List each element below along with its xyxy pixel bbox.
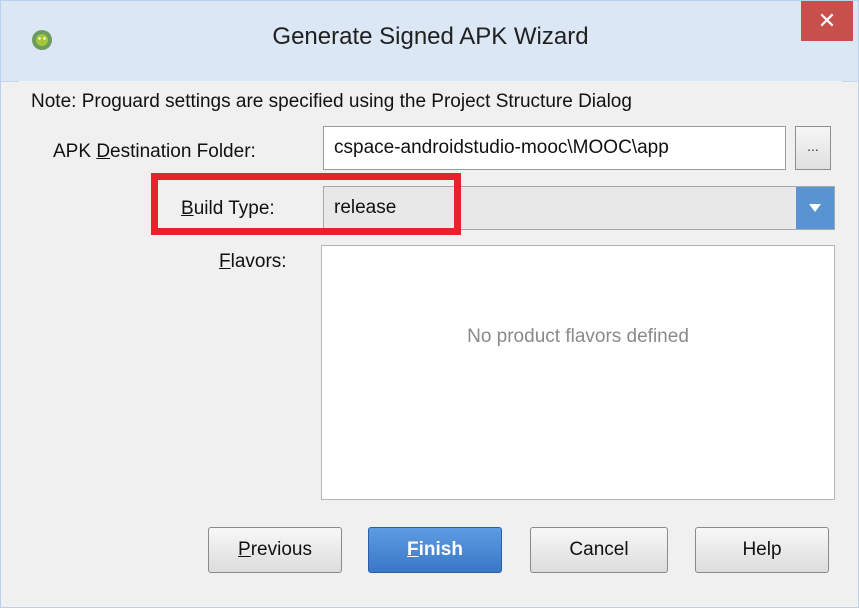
finish-button[interactable]: Finish	[368, 527, 502, 573]
previous-button[interactable]: Previous	[208, 527, 342, 573]
close-button[interactable]: ✕	[801, 1, 853, 41]
flavors-label: Flavors:	[219, 251, 287, 272]
flavors-list[interactable]: No product flavors defined	[321, 245, 835, 500]
browse-button[interactable]: ...	[795, 126, 831, 170]
build-type-highlight	[151, 173, 461, 235]
title-bar: Generate Signed APK Wizard ✕	[1, 1, 858, 82]
flavors-empty-text: No product flavors defined	[467, 326, 689, 347]
close-icon: ✕	[817, 8, 837, 34]
chevron-down-icon[interactable]	[796, 187, 834, 229]
cancel-button[interactable]: Cancel	[530, 527, 668, 573]
proguard-note: Note: Proguard settings are specified us…	[31, 91, 632, 112]
window-title: Generate Signed APK Wizard	[272, 23, 589, 50]
destination-folder-label: APK Destination Folder:	[53, 141, 256, 162]
signed-apk-wizard-dialog: Generate Signed APK Wizard ✕ Note: Progu…	[0, 0, 859, 608]
destination-folder-field[interactable]: cspace-androidstudio-mooc\MOOC\app	[323, 126, 786, 170]
help-button[interactable]: Help	[695, 527, 829, 573]
